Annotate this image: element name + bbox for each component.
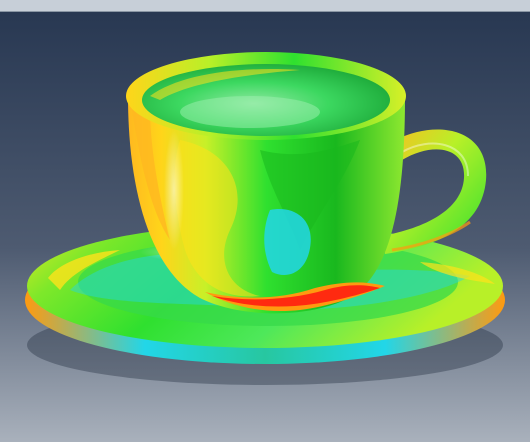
thermal-cup-image <box>0 12 530 442</box>
image-viewport <box>0 12 530 442</box>
cup-highlight <box>164 130 184 250</box>
interior-glow <box>180 96 320 128</box>
screenshot-canvas <box>0 0 530 442</box>
window-top-strip <box>0 0 530 12</box>
cup-rim <box>126 52 406 140</box>
